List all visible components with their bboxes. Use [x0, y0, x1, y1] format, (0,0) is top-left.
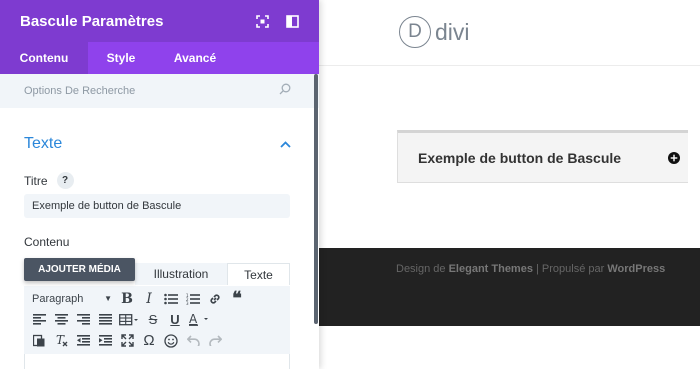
- editor-top-bar: AJOUTER MÉDIA Illustration Texte: [24, 258, 290, 285]
- tab-style[interactable]: Style: [88, 42, 154, 74]
- add-media-button[interactable]: AJOUTER MÉDIA: [24, 258, 135, 281]
- footer-sep: | Propulsé par: [532, 263, 608, 275]
- table-icon[interactable]: [116, 309, 142, 330]
- footer-prefix: Design de: [396, 263, 449, 275]
- editor-toolbar: Paragraph ▼ B I 123 ❝ S U A T Ω: [24, 286, 290, 354]
- fullscreen-icon[interactable]: [116, 330, 138, 351]
- site-header: D divi: [319, 0, 700, 66]
- footer-brand-link[interactable]: Elegant Themes: [449, 263, 533, 275]
- logo-mark: D: [399, 16, 431, 48]
- titre-label-row: Titre ?: [0, 172, 319, 189]
- align-right-icon[interactable]: [72, 309, 94, 330]
- footer-platform-link[interactable]: WordPress: [607, 263, 665, 275]
- tab-texte[interactable]: Texte: [227, 263, 290, 285]
- svg-text:3: 3: [186, 301, 189, 305]
- align-center-icon[interactable]: [50, 309, 72, 330]
- underline-icon[interactable]: U: [164, 309, 186, 330]
- svg-text:A: A: [189, 313, 198, 326]
- undo-icon[interactable]: [182, 330, 204, 351]
- chevron-up-icon[interactable]: [280, 135, 291, 153]
- bold-icon[interactable]: B: [116, 288, 138, 309]
- help-icon[interactable]: ?: [56, 172, 74, 189]
- panel-header: Bascule Paramètres: [0, 0, 319, 42]
- titre-input[interactable]: Exemple de button de Bascule: [24, 194, 290, 218]
- options-search[interactable]: Options De Recherche: [0, 74, 319, 108]
- text-color-icon[interactable]: A: [186, 309, 214, 330]
- toggle-title[interactable]: Exemple de button de Bascule: [418, 150, 660, 166]
- divi-builder-screen: Bascule Paramètres Contenu Style Avancé …: [0, 0, 700, 369]
- toggle-settings-panel: Bascule Paramètres Contenu Style Avancé …: [0, 0, 319, 369]
- paste-icon[interactable]: [28, 330, 50, 351]
- numbered-list-icon[interactable]: 123: [182, 288, 204, 309]
- editor-content-area[interactable]: [24, 354, 290, 369]
- footer-credits: Design de Elegant Themes | Propulsé par …: [396, 263, 665, 275]
- omega-icon[interactable]: Ω: [138, 330, 160, 351]
- contenu-label: Contenu: [24, 235, 70, 249]
- section-title: Texte: [24, 135, 63, 152]
- panel-title: Bascule Paramètres: [20, 12, 164, 30]
- italic-icon[interactable]: I: [138, 288, 160, 309]
- tab-avance[interactable]: Avancé: [154, 42, 236, 74]
- emoji-icon[interactable]: [160, 330, 182, 351]
- site-footer: Design de Elegant Themes | Propulsé par …: [319, 248, 700, 326]
- panel-scrollbar[interactable]: [314, 74, 318, 324]
- clear-format-icon[interactable]: T: [50, 330, 72, 351]
- align-justify-icon[interactable]: [94, 309, 116, 330]
- redo-icon[interactable]: [204, 330, 226, 351]
- blockquote-icon[interactable]: ❝: [226, 288, 248, 309]
- outdent-icon[interactable]: [72, 330, 94, 351]
- logo-text: divi: [435, 18, 470, 45]
- format-select[interactable]: Paragraph ▼: [28, 288, 116, 309]
- plus-circle-icon[interactable]: [660, 144, 688, 172]
- format-select-value: Paragraph: [32, 292, 84, 305]
- panel-tabs: Contenu Style Avancé: [0, 42, 319, 74]
- tab-contenu[interactable]: Contenu: [0, 42, 88, 74]
- sidebar-layout-icon[interactable]: [277, 6, 307, 36]
- search-input[interactable]: Options De Recherche: [24, 85, 279, 97]
- indent-icon[interactable]: [94, 330, 116, 351]
- divi-logo[interactable]: D divi: [399, 16, 470, 48]
- align-left-icon[interactable]: [28, 309, 50, 330]
- section-texte-header[interactable]: Texte: [0, 129, 319, 159]
- search-icon[interactable]: [279, 82, 291, 100]
- toggle-module[interactable]: Exemple de button de Bascule: [397, 130, 688, 183]
- tab-illustration[interactable]: Illustration: [135, 263, 227, 285]
- strikethrough-icon[interactable]: S: [142, 309, 164, 330]
- bullet-list-icon[interactable]: [160, 288, 182, 309]
- expand-icon[interactable]: [247, 6, 277, 36]
- titre-label: Titre: [24, 173, 48, 188]
- link-icon[interactable]: [204, 288, 226, 309]
- caret-down-icon: ▼: [104, 294, 112, 303]
